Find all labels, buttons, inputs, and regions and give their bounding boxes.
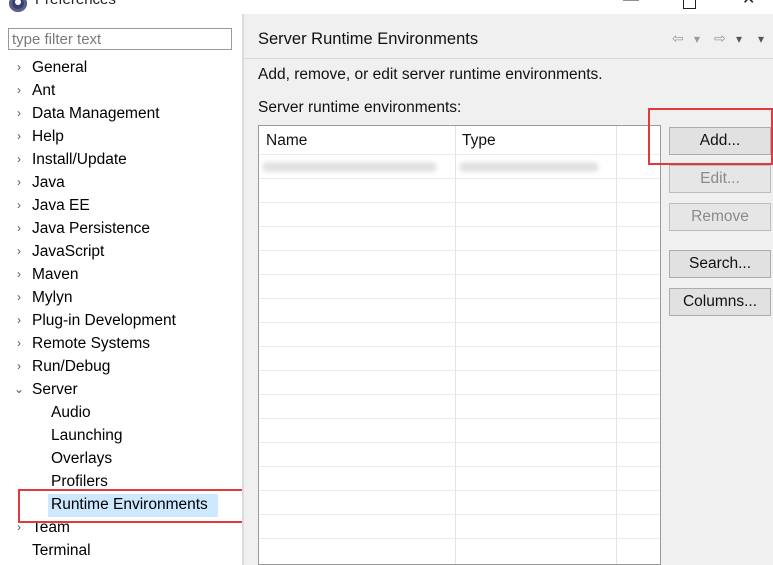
chevron-right-icon[interactable]: ›: [14, 217, 24, 240]
chevron-right-icon[interactable]: ›: [14, 355, 24, 378]
column-header-name[interactable]: Name: [266, 126, 307, 154]
table-row[interactable]: [259, 298, 660, 299]
chevron-right-icon[interactable]: ›: [14, 263, 24, 286]
table-row[interactable]: [259, 418, 660, 419]
chevron-right-icon[interactable]: ›: [14, 79, 24, 102]
chevron-right-icon[interactable]: ›: [14, 102, 24, 125]
table-row[interactable]: [259, 346, 660, 347]
view-menu-icon[interactable]: ▾: [758, 32, 764, 46]
table-row[interactable]: [259, 394, 660, 395]
table-row[interactable]: [259, 370, 660, 371]
chevron-right-icon[interactable]: ›: [14, 171, 24, 194]
chevron-right-icon[interactable]: ›: [14, 148, 24, 171]
forward-menu-icon[interactable]: ▾: [736, 32, 742, 46]
chevron-right-icon[interactable]: ›: [14, 194, 24, 217]
chevron-right-icon[interactable]: ›: [14, 309, 24, 332]
blurred-runtime-type: [459, 162, 599, 172]
table-row[interactable]: [259, 202, 660, 203]
table-row[interactable]: [259, 514, 660, 515]
table-row[interactable]: [259, 442, 660, 443]
search-button[interactable]: Search...: [669, 250, 771, 278]
close-button[interactable]: ✕: [742, 0, 755, 10]
columns-button[interactable]: Columns...: [669, 288, 771, 316]
back-menu-icon[interactable]: ▾: [694, 32, 700, 46]
blurred-runtime-name: [262, 162, 437, 172]
preference-page: Server Runtime Environments ⇦ ▾ ⇨ ▾ ▾ Ad…: [244, 14, 773, 565]
title-bar: Preferences — ✕: [0, 0, 773, 14]
header-divider: [259, 154, 660, 155]
chevron-right-icon[interactable]: ›: [14, 516, 24, 539]
maximize-button[interactable]: [683, 0, 696, 9]
runtime-environments-table[interactable]: Name Type: [258, 125, 661, 565]
chevron-right-icon[interactable]: ›: [14, 56, 24, 79]
page-header: Server Runtime Environments ⇦ ▾ ⇨ ▾ ▾: [244, 14, 773, 58]
table-row[interactable]: [259, 274, 660, 275]
minimize-button[interactable]: —: [623, 0, 639, 10]
back-arrow-icon[interactable]: ⇦: [672, 30, 684, 47]
header-divider: [244, 58, 773, 59]
window-title: Preferences: [35, 0, 116, 8]
filter-input[interactable]: [8, 28, 232, 50]
chevron-right-icon[interactable]: ›: [14, 332, 24, 355]
table-row[interactable]: [259, 178, 660, 179]
edit-button[interactable]: Edit...: [669, 165, 771, 193]
page-description: Add, remove, or edit server runtime envi…: [258, 66, 603, 83]
table-row[interactable]: [259, 226, 660, 227]
table-row[interactable]: [259, 490, 660, 491]
runtime-list-label: Server runtime environments:: [258, 99, 462, 116]
chevron-right-icon[interactable]: ›: [14, 286, 24, 309]
table-row[interactable]: [259, 538, 660, 539]
chevron-right-icon[interactable]: ›: [14, 125, 24, 148]
chevron-right-icon[interactable]: ›: [14, 240, 24, 263]
add-button[interactable]: Add...: [669, 127, 771, 155]
remove-button[interactable]: Remove: [669, 203, 771, 231]
table-row[interactable]: [259, 466, 660, 467]
chevron-down-icon[interactable]: ⌄: [14, 378, 24, 401]
table-row[interactable]: [259, 250, 660, 251]
eclipse-app-icon: [9, 0, 27, 12]
forward-arrow-icon[interactable]: ⇨: [714, 30, 726, 47]
column-header-type[interactable]: Type: [462, 126, 496, 154]
table-row[interactable]: [259, 322, 660, 323]
preferences-tree-panel: ›General ›Ant ›Data Management ›Help ›In…: [0, 14, 248, 565]
page-title: Server Runtime Environments: [258, 30, 479, 48]
